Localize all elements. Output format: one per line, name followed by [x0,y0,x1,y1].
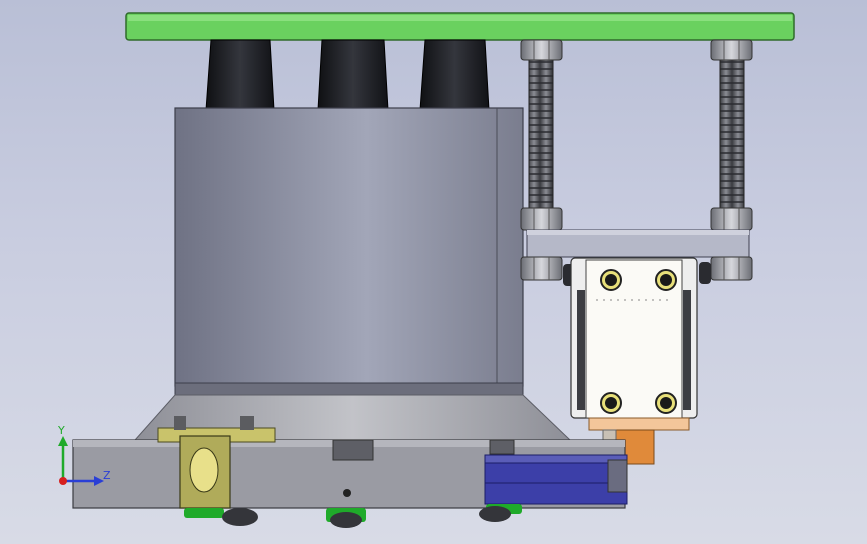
wheel[interactable] [184,508,258,526]
hex-nut[interactable] [520,256,563,281]
socket-screw[interactable] [600,392,622,414]
top-plate[interactable] [125,12,795,41]
model-canvas[interactable]: Y Z [0,0,867,544]
hex-nut[interactable] [520,39,563,61]
hex-nut[interactable] [520,207,563,231]
main-cylinder[interactable] [174,107,524,396]
clamp-block[interactable] [570,257,698,419]
y-axis-label: Y [57,424,65,437]
socket-screw[interactable] [600,269,622,291]
threaded-rod-left[interactable] [528,57,554,209]
black-cap[interactable] [317,39,389,111]
socket-screw[interactable] [655,269,677,291]
cross-bar[interactable] [526,229,750,258]
threaded-rod-right[interactable] [719,57,745,209]
black-cap[interactable] [419,39,490,111]
cad-viewport[interactable]: Y Z [0,0,867,544]
wheel[interactable] [326,508,366,528]
z-axis-label: Z [103,469,111,482]
hex-nut[interactable] [710,256,753,281]
black-cap[interactable] [205,39,275,111]
hex-nut[interactable] [710,39,753,61]
socket-screw[interactable] [655,392,677,414]
blue-block[interactable] [484,454,628,505]
hex-nut[interactable] [710,207,753,231]
